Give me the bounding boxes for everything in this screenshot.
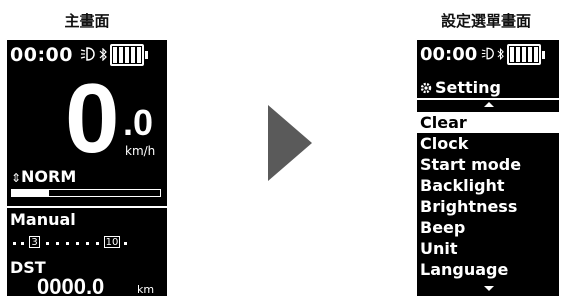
speed-unit: km/h [125,144,156,158]
light-icon [481,47,494,60]
settings-header: Setting [420,78,501,97]
assist-mode-label: NORM [21,167,77,186]
menu-item-language[interactable]: Language [417,259,559,280]
play-arrow-icon [268,105,312,181]
shift-mode-label: Manual [10,210,76,229]
menu-item-unit[interactable]: Unit [417,238,559,259]
speed-value: 0 [65,63,120,173]
menu-item-beep[interactable]: Beep [417,217,559,238]
assist-level-fill [12,190,49,196]
settings-header-label: Setting [435,78,501,97]
up-down-arrow-icon: ⇕ [11,171,22,185]
scroll-down-icon[interactable] [484,286,494,291]
front-gear-box: 3 [29,236,40,248]
battery-icon [507,44,545,65]
settings-screen: 00:00 Setting Clear Clock Start mode Bac… [417,40,559,296]
gear-setting-icon [420,82,432,93]
scroll-up-icon[interactable] [484,102,494,107]
divider [417,98,559,100]
main-screen: 00:00 0 .0 km/h ⇕ NORM Manual 3 10 DST 0… [7,40,167,296]
settings-screen-title: 設定選單畫面 [440,12,531,30]
main-screen-title: 主畫面 [64,12,110,30]
bluetooth-icon [497,48,504,60]
distance-unit: km [137,283,155,296]
menu-item-backlight[interactable]: Backlight [417,175,559,196]
speed-decimal: .0 [123,102,154,143]
status-time: 00:00 [10,44,73,66]
menu-item-clear[interactable]: Clear [417,112,559,133]
status-time: 00:00 [420,44,478,65]
light-icon [80,47,95,61]
divider [7,206,167,208]
distance-value: 0000.0 [37,274,105,296]
menu-item-clock[interactable]: Clock [417,133,559,154]
rear-gear-box: 10 [104,236,120,248]
bluetooth-icon [99,48,107,61]
menu-item-brightness[interactable]: Brightness [417,196,559,217]
assist-level-bar [11,189,161,197]
gear-indicator: 3 10 [11,236,161,250]
menu-item-start-mode[interactable]: Start mode [417,154,559,175]
